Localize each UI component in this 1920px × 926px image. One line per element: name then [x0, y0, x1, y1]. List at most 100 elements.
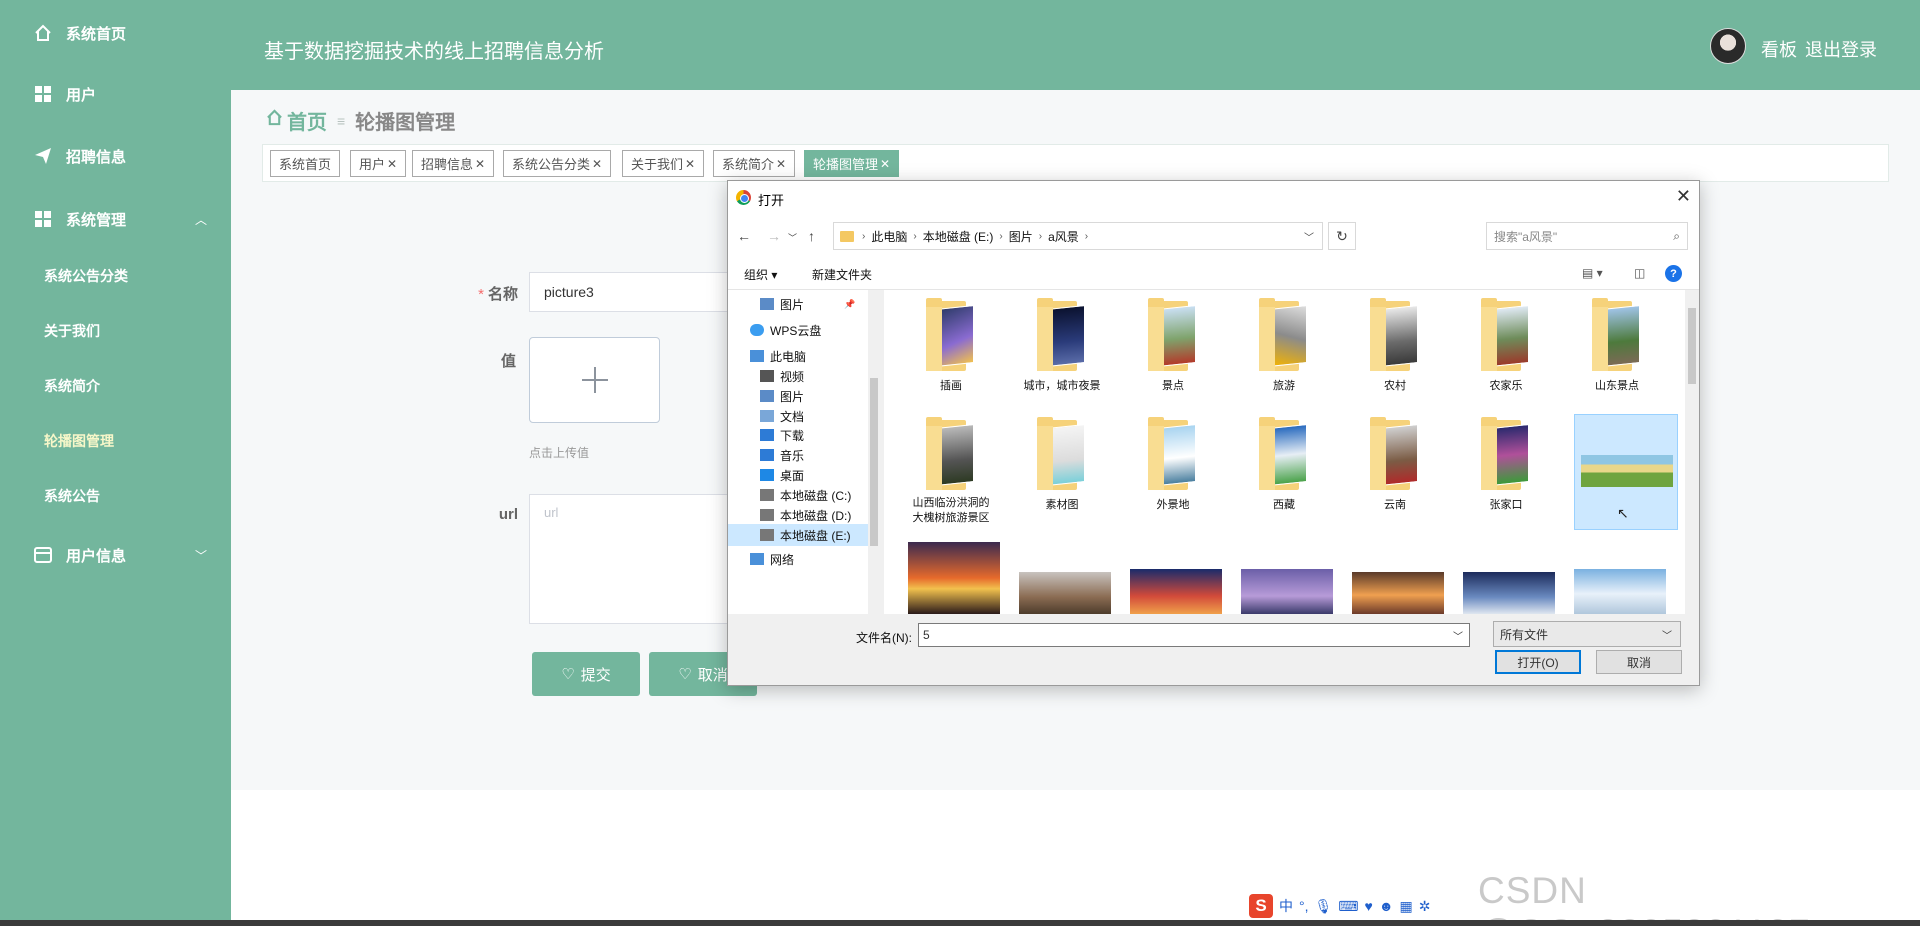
tag-about-us[interactable]: 关于我们 ✕: [622, 150, 705, 177]
dialog-cancel-button[interactable]: 取消: [1596, 650, 1682, 674]
view-icon[interactable]: ▤ ▾: [1582, 266, 1603, 280]
sidebar-item-users[interactable]: 用户: [0, 74, 231, 114]
sidebar-item-home[interactable]: 系统首页: [0, 13, 231, 53]
image-file[interactable]: [1574, 534, 1666, 614]
back-arrow-icon[interactable]: ←: [737, 228, 751, 244]
nav-item[interactable]: 本地磁盘 (C:): [728, 484, 868, 506]
close-icon[interactable]: ✕: [880, 157, 890, 171]
folder-item[interactable]: 素材图: [1019, 414, 1105, 530]
forward-arrow-icon[interactable]: →: [767, 228, 781, 244]
nav-item[interactable]: WPS云盘: [728, 319, 868, 341]
nav-item[interactable]: 图片 📌: [728, 293, 868, 315]
board-link[interactable]: 看板: [1761, 36, 1797, 62]
skin-icon[interactable]: ♥: [1365, 898, 1373, 914]
folder-item[interactable]: 插画: [908, 295, 994, 411]
folder-item[interactable]: 农村: [1352, 295, 1438, 411]
folder-item[interactable]: 张家口: [1463, 414, 1549, 530]
image-file[interactable]: [1241, 534, 1333, 614]
image-file[interactable]: [1463, 534, 1555, 614]
nav-scrollbar[interactable]: [868, 290, 880, 614]
folder-item[interactable]: 农家乐: [1463, 295, 1549, 411]
folder-item[interactable]: 西藏: [1241, 414, 1327, 530]
upload-button[interactable]: [529, 337, 660, 423]
filetype-select[interactable]: 所有文件 ﹀: [1493, 621, 1681, 647]
keyboard-icon[interactable]: ⌨: [1338, 898, 1358, 915]
nav-item[interactable]: 网络: [728, 548, 868, 570]
address-bar[interactable]: › 此电脑 › 本地磁盘 (E:) › 图片 › a风景 › ﹀: [833, 222, 1323, 250]
nav-item[interactable]: 音乐: [728, 444, 868, 466]
close-icon[interactable]: ✕: [387, 157, 397, 171]
folder-item[interactable]: 旅游: [1241, 295, 1327, 411]
robot-icon[interactable]: ☻: [1379, 898, 1394, 914]
folder-item[interactable]: 城市，城市夜景: [1019, 295, 1105, 411]
chevron-down-icon[interactable]: ﹀: [1453, 628, 1463, 643]
tag-announcement-category[interactable]: 系统公告分类 ✕: [503, 150, 612, 177]
folder-icon: [1148, 417, 1200, 490]
refresh-icon[interactable]: ↻: [1328, 222, 1356, 250]
organize-menu[interactable]: 组织 ▾: [744, 266, 777, 283]
nav-item[interactable]: 下载: [728, 424, 868, 446]
breadcrumb-home[interactable]: 首页: [287, 106, 327, 135]
sidebar-item-jobs[interactable]: 招聘信息: [0, 136, 231, 176]
tag-home[interactable]: 系统首页: [270, 150, 341, 177]
path-segment[interactable]: a风景: [1048, 228, 1079, 245]
path-segment[interactable]: 本地磁盘 (E:): [923, 228, 994, 245]
tag-users[interactable]: 用户 ✕: [350, 150, 407, 177]
image-file[interactable]: [1352, 534, 1444, 614]
filename-input[interactable]: 5 ﹀: [918, 623, 1470, 647]
image-file[interactable]: [908, 534, 1000, 614]
ime-mode[interactable]: 中: [1279, 896, 1293, 916]
tag-carousel[interactable]: 轮播图管理 ✕: [804, 150, 900, 177]
close-icon[interactable]: ✕: [685, 157, 695, 171]
punctuation-icon[interactable]: °,: [1299, 898, 1309, 914]
sidebar-sub-about-us[interactable]: 关于我们: [44, 321, 100, 341]
folder-item[interactable]: 云南: [1352, 414, 1438, 530]
nav-item[interactable]: 本地磁盘 (D:): [728, 504, 868, 526]
sidebar-item-system-admin[interactable]: 系统管理 ︿: [0, 199, 231, 239]
image-file[interactable]: [1019, 534, 1111, 614]
nav-item[interactable]: 视频: [728, 365, 868, 387]
logout-link[interactable]: 退出登录: [1805, 36, 1877, 62]
sidebar-item-user-info[interactable]: 用户信息 ﹀: [0, 535, 231, 575]
path-segment[interactable]: 图片: [1009, 228, 1033, 245]
up-arrow-icon[interactable]: ↑: [808, 228, 815, 244]
sidebar-sub-announcement[interactable]: 系统公告: [44, 486, 100, 506]
sidebar-sub-carousel[interactable]: 轮播图管理: [44, 431, 114, 451]
folder-item[interactable]: 外景地: [1130, 414, 1216, 530]
nav-item[interactable]: 桌面: [728, 464, 868, 486]
recent-dropdown-icon[interactable]: ﹀: [788, 231, 797, 244]
submit-button[interactable]: ♡ 提交: [532, 652, 640, 696]
close-icon[interactable]: ✕: [592, 157, 602, 171]
sidebar-sub-system-intro[interactable]: 系统简介: [44, 376, 100, 396]
tag-jobs[interactable]: 招聘信息 ✕: [412, 150, 495, 177]
close-icon[interactable]: ✕: [776, 157, 786, 171]
help-icon[interactable]: ?: [1665, 265, 1682, 282]
image-file-selected[interactable]: ↖: [1574, 414, 1678, 530]
chevron-down-icon[interactable]: ﹀: [1304, 229, 1314, 244]
file-list-scrollbar[interactable]: [1685, 290, 1699, 614]
nav-item-selected[interactable]: 本地磁盘 (E:): [728, 524, 868, 546]
path-segment[interactable]: 此电脑: [871, 228, 907, 245]
preview-pane-icon[interactable]: ◫: [1634, 266, 1645, 280]
close-icon[interactable]: ✕: [1676, 186, 1691, 207]
settings-icon[interactable]: ✲: [1419, 898, 1431, 915]
url-textarea[interactable]: url: [529, 494, 729, 624]
nav-item[interactable]: 此电脑: [728, 345, 868, 367]
new-folder-button[interactable]: 新建文件夹: [812, 266, 872, 283]
sogou-logo-icon[interactable]: S: [1249, 894, 1273, 918]
name-field[interactable]: picture3: [529, 272, 729, 312]
open-button[interactable]: 打开(O): [1495, 650, 1581, 674]
nav-item[interactable]: 图片: [728, 385, 868, 407]
image-file[interactable]: [1130, 534, 1222, 614]
microphone-icon[interactable]: 🎙: [1315, 898, 1333, 915]
folder-item[interactable]: 景点: [1130, 295, 1216, 411]
tag-label: 系统首页: [279, 157, 332, 172]
close-icon[interactable]: ✕: [475, 157, 485, 171]
file-open-dialog: 打开 ✕ ← → ﹀ ↑ › 此电脑 › 本地磁盘 (E:) › 图片 › a风…: [727, 180, 1700, 686]
sidebar-sub-announcement-category[interactable]: 系统公告分类: [44, 266, 128, 286]
search-input[interactable]: 搜索"a风景" ⌕: [1486, 222, 1688, 250]
tag-system-intro[interactable]: 系统简介 ✕: [713, 150, 796, 177]
folder-item[interactable]: 山东景点: [1574, 295, 1660, 411]
folder-item[interactable]: 山西临汾洪洞的大槐树旅游景区: [908, 414, 994, 530]
toolbox-icon[interactable]: ▦: [1400, 898, 1413, 915]
